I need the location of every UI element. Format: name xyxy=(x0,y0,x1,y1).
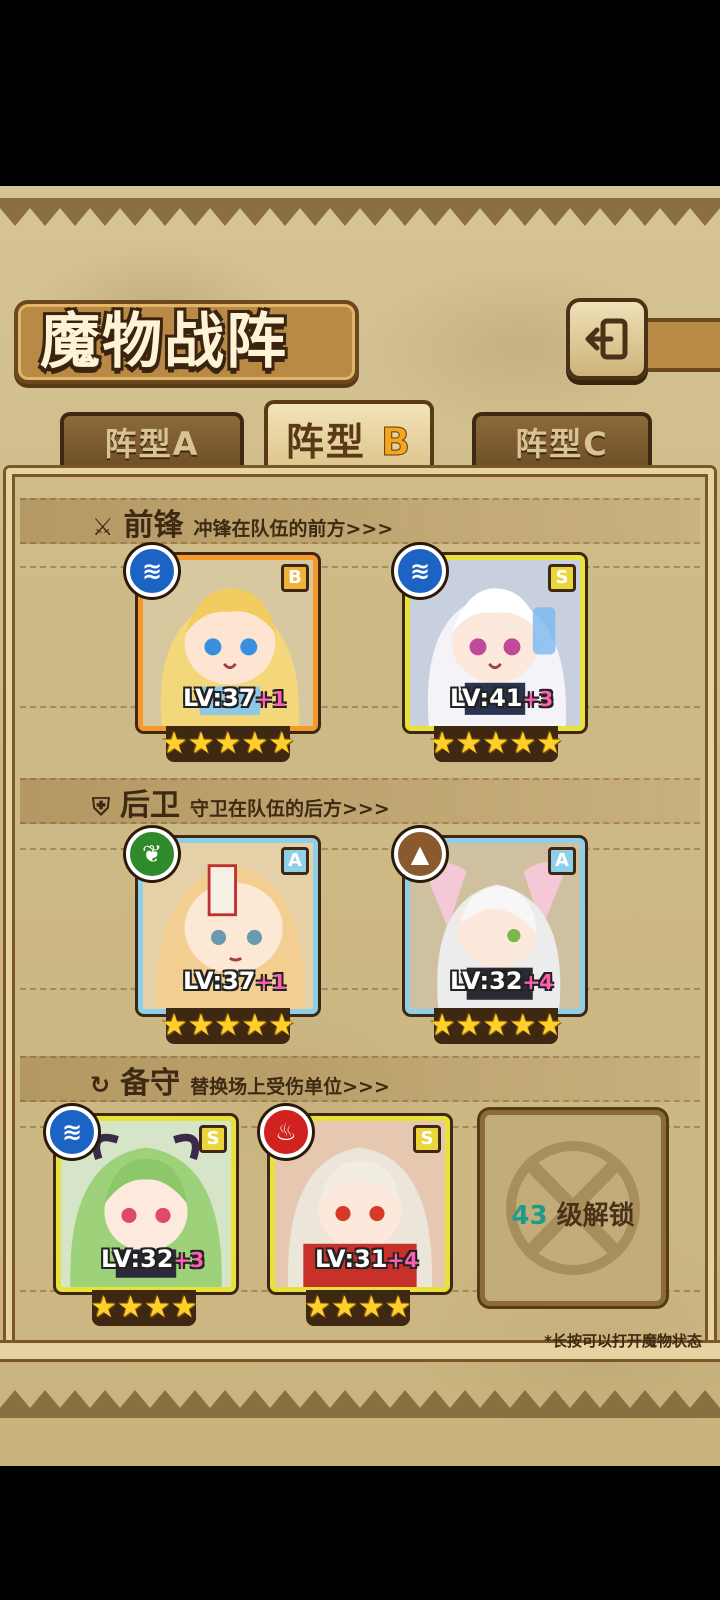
back-arrow-icon xyxy=(585,318,628,360)
rank-badge: S xyxy=(548,564,576,592)
rail xyxy=(20,566,700,568)
rank-badge: A xyxy=(548,847,576,875)
reserve-section-title: ↻ 备守 替换场上受伤单位>>> xyxy=(90,1066,390,1101)
star-rating: ★★★★★ xyxy=(428,1008,564,1044)
unlock-level-label: 43 级解锁 xyxy=(511,1201,635,1231)
water-icon: ≋ xyxy=(46,1106,98,1158)
tab-label: 阵型 B xyxy=(285,419,413,464)
level-label: LV:41+3 xyxy=(450,684,554,712)
swap-icon: ↻ xyxy=(90,1071,111,1099)
page-title: 魔物战阵 xyxy=(40,307,288,377)
rail xyxy=(20,988,700,990)
fire-icon: ♨ xyxy=(260,1106,312,1158)
tab-formation-a[interactable]: 阵型A xyxy=(60,412,244,468)
sword-icon: ⚔ xyxy=(92,513,114,541)
bottom-zigzag-border xyxy=(0,1390,720,1418)
top-zigzag-border xyxy=(0,198,720,226)
star-rating: ★★★★ xyxy=(90,1290,198,1326)
tab-label: 阵型A xyxy=(104,425,200,463)
rank-badge: S xyxy=(413,1125,441,1153)
star-rating: ★★★★★ xyxy=(160,726,296,762)
back-button[interactable] xyxy=(566,298,648,380)
water-icon: ≋ xyxy=(394,545,446,597)
tab-label: 阵型C xyxy=(515,425,609,463)
star-rating: ★★★★★ xyxy=(160,1008,296,1044)
long-press-hint: *长按可以打开魔物状态 xyxy=(544,1332,702,1350)
shield-icon: ⛨ xyxy=(92,793,110,821)
level-label: LV:31+4 xyxy=(315,1245,419,1273)
leaf-icon: ❦ xyxy=(126,828,178,880)
rail xyxy=(20,848,700,850)
rank-badge: S xyxy=(199,1125,227,1153)
back-strip xyxy=(640,318,720,372)
level-label: LV:37+1 xyxy=(183,967,287,995)
earth-icon: ▲ xyxy=(394,828,446,880)
level-label: LV:32+4 xyxy=(450,967,554,995)
star-rating: ★★★★ xyxy=(304,1290,412,1326)
tab-formation-c[interactable]: 阵型C xyxy=(472,412,652,468)
rank-badge: B xyxy=(281,564,309,592)
star-rating: ★★★★★ xyxy=(428,726,564,762)
tab-formation-b[interactable]: 阵型 B xyxy=(264,400,434,472)
level-label: LV:37+1 xyxy=(183,684,287,712)
rank-badge: A xyxy=(281,847,309,875)
rail xyxy=(20,706,700,708)
back-section-title: ⛨ 后卫 守卫在队伍的后方>>> xyxy=(92,788,390,823)
locked-slot[interactable]: 43 级解锁 xyxy=(480,1110,666,1306)
front-section-title: ⚔ 前锋 冲锋在队伍的前方>>> xyxy=(92,508,394,543)
level-label: LV:32+3 xyxy=(101,1245,205,1273)
water-icon: ≋ xyxy=(126,545,178,597)
